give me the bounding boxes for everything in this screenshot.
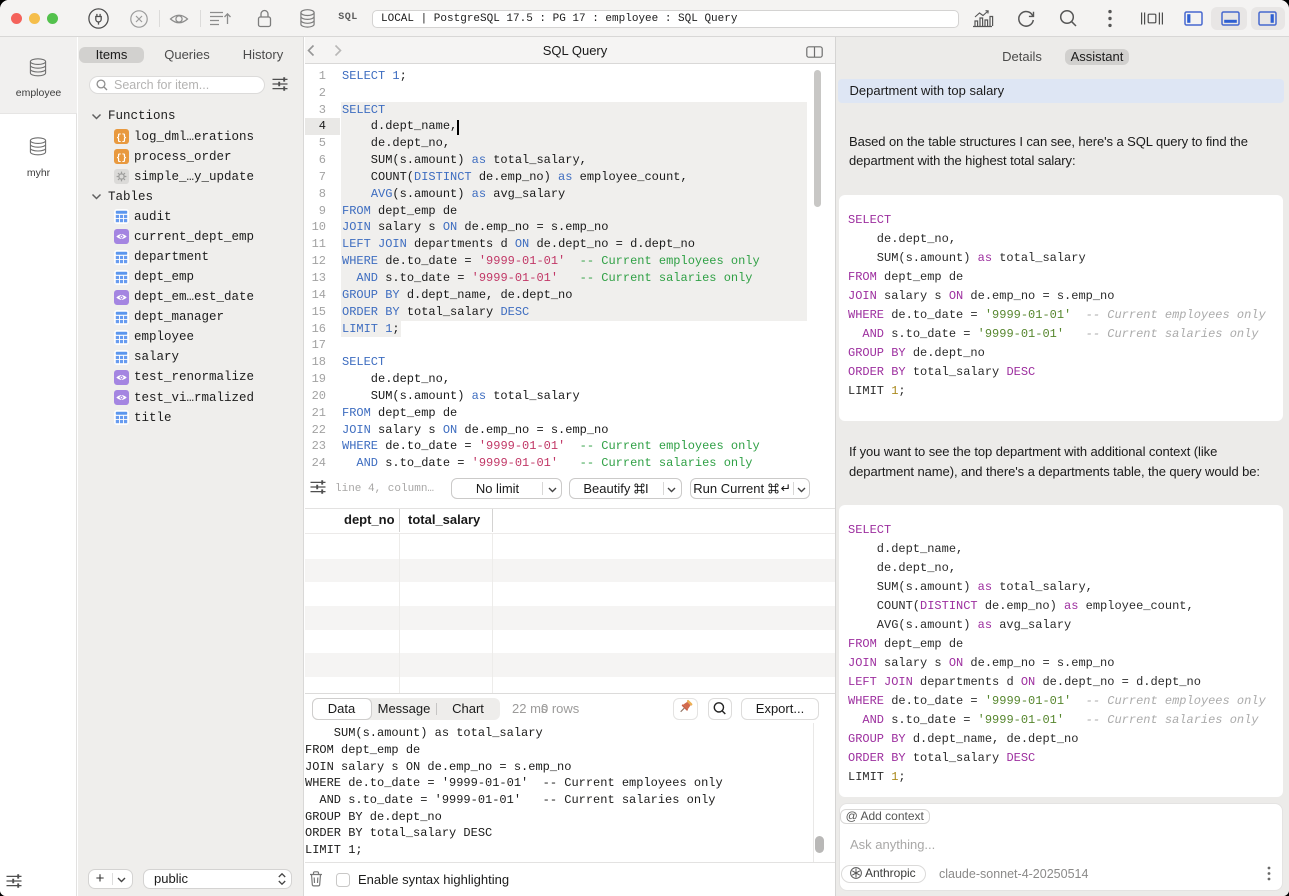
- svg-text:{}: {}: [116, 133, 127, 143]
- svg-text:{}: {}: [116, 153, 127, 163]
